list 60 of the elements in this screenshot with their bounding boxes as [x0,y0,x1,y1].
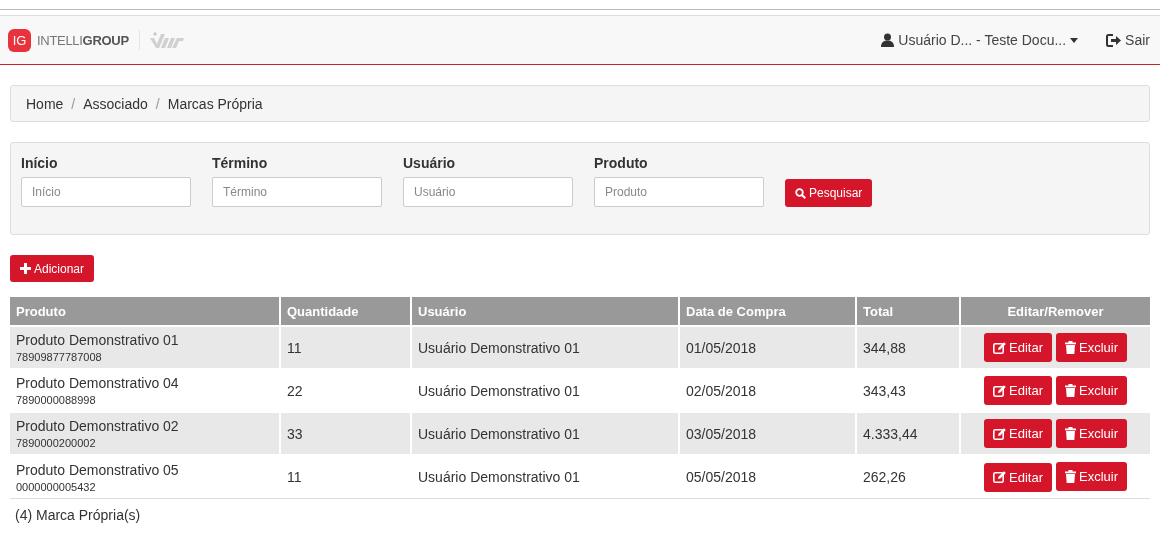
edit-icon [993,341,1006,354]
filter-field[interactable]: Término [212,177,382,207]
edit-button[interactable]: Editar [984,419,1052,449]
trash-icon [1064,426,1076,440]
edit-icon [993,471,1006,484]
search-icon [795,187,806,199]
logout-icon [1106,33,1122,47]
trash-icon [1064,340,1076,354]
edit-button[interactable]: Editar [984,376,1052,406]
table-cell: 05/05/2018 [679,455,856,498]
logo-mark: IG [8,28,31,52]
breadcrumb-link[interactable]: Home [26,95,64,112]
breadcrumb-link[interactable]: Marcas Própria [167,95,263,112]
product-name: Produto Demonstrativo 02 [16,418,180,434]
field-label: Início [21,155,59,171]
brand-logo-icon [149,31,184,49]
column-header: Data de Compra [679,297,856,326]
edit-button[interactable]: Editar [984,333,1052,363]
column-header: Quantidade [280,297,411,326]
field-label: Produto [594,155,649,171]
logout-link[interactable]: Sair [1106,32,1150,48]
record-count: (4) Marca Própria(s) [15,507,141,523]
breadcrumb-separator: / [71,95,76,112]
trash-icon [1064,470,1076,484]
edit-icon [993,427,1006,440]
table-cell: 262,26 [856,455,960,498]
filter-field[interactable]: Usuário [403,177,573,207]
edit-button[interactable]: Editar [984,462,1052,492]
product-code: 0000000005432 [16,480,97,493]
breadcrumb-separator: / [155,95,160,112]
add-button[interactable]: Adicionar [10,255,95,282]
field-label: Término [212,155,269,171]
trash-icon [1064,383,1076,397]
edit-icon [993,384,1006,397]
product-name: Produto Demonstrativo 04 [16,375,180,391]
column-header: Editar/Remover [960,297,1150,326]
column-header: Usuário [411,297,679,326]
caret-icon [1070,37,1079,43]
logo-text: INTELLIGROUP [37,32,129,48]
column-header: Produto [10,297,280,326]
delete-button[interactable]: Excluir [1055,462,1127,492]
product-name: Produto Demonstrativo 01 [16,332,180,348]
filter-field[interactable]: Início [21,177,191,207]
field-label: Usuário [403,155,457,171]
product-code: 7890000088998 [16,394,97,406]
delete-button[interactable]: Excluir [1055,375,1127,405]
breadcrumb-link[interactable]: Associado [83,95,148,112]
product-code: 7890000200002 [16,437,97,449]
table-cell: Usuário Demonstrativo 01 [411,455,679,498]
plus-icon [20,263,31,274]
user-menu[interactable]: Usuário D... - Teste Docu... [881,32,1079,48]
table-cell: 11 [280,455,411,498]
user-icon [881,33,895,47]
delete-button[interactable]: Excluir [1055,332,1127,362]
delete-button[interactable]: Excluir [1055,418,1127,448]
filter-field[interactable]: Produto [594,177,764,207]
product-name: Produto Demonstrativo 05 [16,461,180,478]
column-header: Total [856,297,960,326]
search-button[interactable]: Pesquisar [785,179,873,207]
product-code: 78909877787008 [16,351,103,363]
